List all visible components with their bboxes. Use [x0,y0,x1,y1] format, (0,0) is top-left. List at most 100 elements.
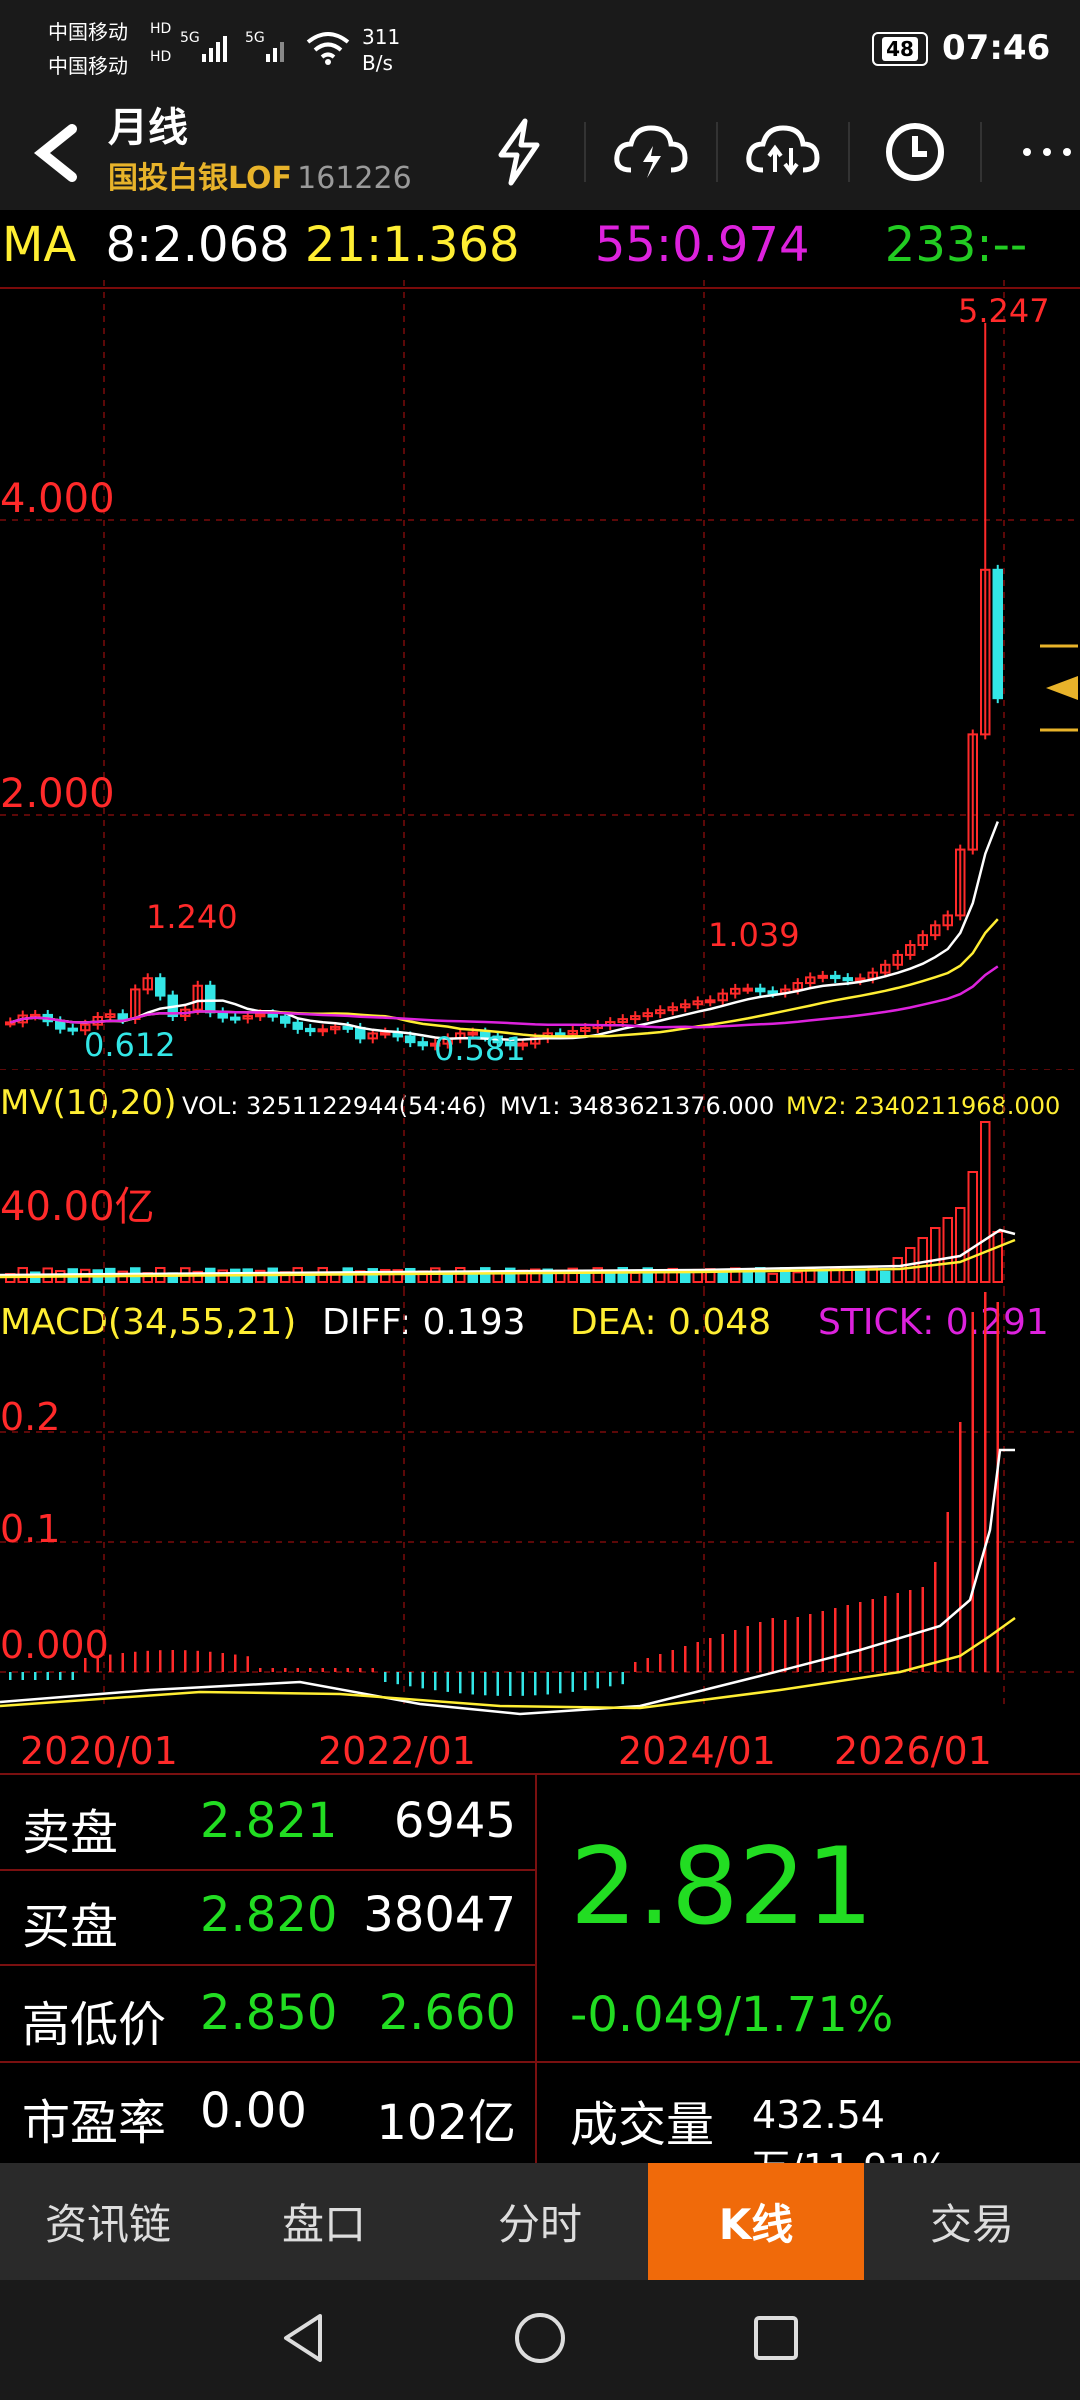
volume-bar [980,1121,991,1283]
annotation-0581: 0.581 [434,1030,526,1068]
annotation-1240: 1.240 [146,898,238,936]
candle [705,999,716,1004]
volume-title: MV(10,20) [0,1083,176,1123]
ma55-value: 55:0.974 [594,217,810,273]
candle [555,1032,566,1037]
mv2-label: MV2: 2340211968.000 [786,1092,1060,1120]
volume-bar [467,1272,478,1283]
volume-bar [430,1267,441,1283]
kline-candles [5,322,1003,1051]
carrier-2: 中国移动 [48,54,128,78]
ma-legend: MA 8:2.068 21:1.368 55:0.974 233:-- [0,210,1080,280]
candle [767,990,778,995]
buy-label: 买盘 [22,1899,119,1955]
last-price: 2.821 [570,1825,874,1948]
clock: 07:46 [942,28,1051,68]
candle [117,1013,128,1021]
tab-intraday[interactable]: 分时 [432,2163,648,2280]
more-icon [1023,148,1071,156]
volume-bars [5,1121,1003,1284]
diff-line [0,1448,1015,1716]
tab-order-book[interactable]: 盘口 [216,2163,432,2280]
cloud-sync-button[interactable] [738,107,828,197]
fund-info: 国投白银LOF 161226 [108,153,412,197]
high-price: 2.850 [200,1985,338,2041]
cloud-sync-icon [746,125,820,176]
cloud-flash-button[interactable] [606,107,696,197]
volume-bar [855,1269,866,1283]
buy-volume: 38047 [363,1887,516,1943]
triangle-back-icon [284,2314,322,2362]
fund-code: 161226 [297,161,412,196]
clock-icon [886,123,944,181]
volume-y-tick: 40.00亿 [0,1184,155,1230]
x-tick-2026: 2026/01 [834,1729,992,1773]
hd-icon: HD HD [150,21,172,65]
candle [755,987,766,993]
volume-bar [967,1171,978,1283]
candle [417,1041,428,1047]
volume-bar [455,1267,466,1284]
volume-bar [767,1272,778,1284]
flash-button[interactable] [474,107,564,197]
candle [267,1013,278,1018]
volume-bar [817,1269,828,1284]
volume-bar [867,1267,878,1283]
more-button[interactable] [1002,107,1080,197]
mv1-label: MV1: 3483621376.000 [500,1092,774,1120]
buy-price: 2.820 [200,1887,338,1943]
annotation-1039: 1.039 [708,916,800,954]
candle [342,1025,353,1030]
divider [716,122,718,182]
fund-name: 国投白银LOF [108,161,293,196]
y-tick-2: 2.000 [0,771,115,817]
volume-bar [605,1272,616,1283]
svg-text:5G: 5G [180,30,200,46]
tab-news-chain[interactable]: 资讯链 [0,2163,216,2280]
nav-recents-button[interactable] [748,2310,804,2370]
battery-level: 48 [882,37,918,61]
candle [230,1016,241,1021]
battery-icon: 48 [872,32,928,66]
candle [280,1015,291,1024]
divider [980,122,982,182]
nav-back-button[interactable] [276,2310,332,2370]
kline-grid [0,280,1080,1070]
candle [830,974,841,980]
pe-value: 0.00 [200,2083,307,2139]
candle [205,984,216,1014]
nav-home-button[interactable] [512,2310,568,2370]
speed-unit: B/s [362,51,393,75]
volume-chart[interactable]: MV(10,20) VOL: 3251122944(54:46) MV1: 34… [0,1070,1080,1290]
ma21-value: 21:1.368 [304,217,520,273]
signal-icon: 5G 5G [180,24,290,72]
candle [292,1021,303,1030]
macd-chart[interactable]: MACD(34,55,21) DIFF: 0.193 DEA: 0.048 ST… [0,1290,1080,1773]
vol-label: VOL: 3251122944(54:46) [182,1092,487,1120]
tab-trade[interactable]: 交易 [864,2163,1080,2280]
high-low-label: 高低价 [22,1997,167,2053]
header-actions [474,107,1080,197]
tab-kline[interactable]: K线 [648,2163,864,2280]
price-pointer-icon [1046,676,1078,700]
kline-chart[interactable]: 4.000 2.000 5.247 1.240 0.612 0.581 1.03… [0,280,1080,1070]
candle [742,987,753,992]
candle [817,974,828,979]
volume-bar [930,1227,941,1283]
candle [155,977,166,997]
pe-label: 市盈率 [22,2095,167,2151]
volume-bar [842,1268,853,1283]
bottom-tabs: 资讯链 盘口 分时 K线 交易 [0,2163,1080,2280]
candle [317,1028,328,1033]
circle-home-icon [515,2313,565,2363]
history-button[interactable] [870,107,960,197]
volume-bar [742,1271,753,1283]
back-button[interactable] [20,113,90,193]
candle [55,1020,66,1030]
volume-bar [792,1271,803,1284]
ma8-value: 8:2.068 [105,217,290,273]
system-nav-bar [0,2280,1080,2400]
volume-bar [917,1237,928,1283]
macd-y-tick-02: 0.2 [0,1395,60,1439]
candle [255,1013,266,1018]
